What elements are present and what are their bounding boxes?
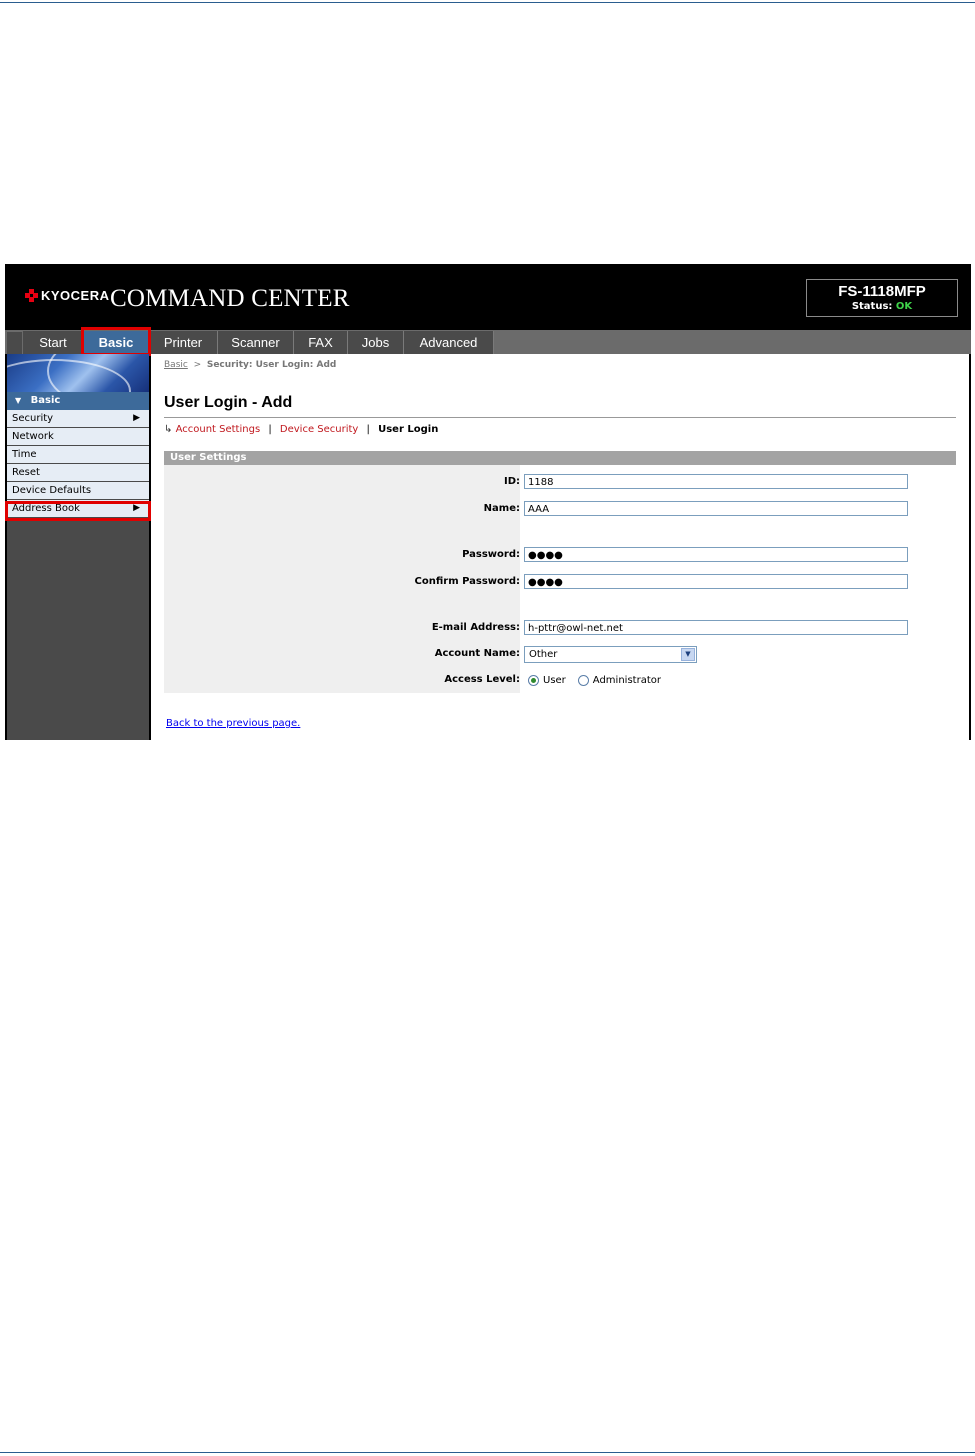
access-level-label: Access Level: — [444, 674, 520, 685]
app-header: KYOCERA COMMAND CENTER FS-1118MFP Status… — [5, 264, 971, 330]
caret-right-icon: ▶ — [133, 413, 140, 423]
page-top-rule — [0, 2, 975, 3]
sidebar-item-security[interactable]: Security ▶ — [7, 410, 149, 428]
account-name-label: Account Name: — [434, 648, 520, 659]
title-divider — [164, 417, 956, 418]
chevron-down-icon[interactable]: ▼ — [681, 648, 695, 661]
caret-right-icon: ▶ — [133, 503, 140, 513]
sidebar-item-time[interactable]: Time — [7, 446, 149, 464]
nav-spacer — [7, 332, 22, 354]
radio-user-label[interactable]: User — [543, 675, 566, 686]
breadcrumb-separator: > — [193, 360, 202, 370]
caret-down-icon: ▼ — [15, 396, 22, 405]
status-value: OK — [895, 301, 913, 312]
account-name-select[interactable]: Other ▼ — [524, 646, 697, 663]
sidebar-header-label: Basic — [30, 395, 61, 406]
link-device-security[interactable]: Device Security — [280, 424, 358, 435]
password-field[interactable]: ●●●● — [524, 547, 908, 562]
name-label: Name: — [483, 503, 520, 514]
sidebar-header[interactable]: ▼ Basic — [7, 392, 149, 410]
main-nav: Start Basic Printer Scanner FAX Jobs Adv… — [5, 330, 971, 354]
sidebar-item-network[interactable]: Network — [7, 428, 149, 446]
back-link[interactable]: Back to the previous page. — [166, 718, 300, 729]
email-field[interactable]: h-pttr@owl-net.net — [524, 620, 908, 635]
subnav-separator: | — [268, 424, 272, 435]
password-label: Password: — [462, 549, 520, 560]
device-status-box: FS-1118MFP Status: OK — [806, 279, 958, 317]
sub-navigation: ↳ Account Settings | Device Security | U… — [164, 424, 438, 435]
sidebar-item-label: Network — [12, 431, 54, 442]
sidebar-item-label: Reset — [12, 467, 40, 478]
sidebar-item-label: Address Book — [12, 503, 80, 514]
email-label: E-mail Address: — [431, 622, 520, 633]
device-model: FS-1118MFP — [838, 283, 926, 300]
access-level-group: User Administrator — [528, 675, 661, 686]
return-arrow-icon: ↳ — [164, 424, 173, 435]
subnav-current: User Login — [378, 424, 439, 435]
main-content: Basic > Security: User Login: Add User L… — [151, 354, 969, 740]
sidebar-item-label: Device Defaults — [12, 485, 92, 496]
breadcrumb-current: Security: User Login: Add — [206, 360, 337, 370]
tab-printer[interactable]: Printer — [149, 331, 218, 354]
radio-administrator-label[interactable]: Administrator — [593, 675, 661, 686]
page-bottom-rule — [0, 1452, 975, 1453]
status-label: Status: — [851, 301, 893, 312]
name-field[interactable]: AAA — [524, 501, 908, 516]
link-account-settings[interactable]: Account Settings — [176, 424, 261, 435]
kyocera-mark-icon — [25, 289, 38, 302]
device-status: Status: OK — [807, 301, 957, 312]
tab-fax[interactable]: FAX — [294, 331, 348, 354]
browser-frame: KYOCERA COMMAND CENTER FS-1118MFP Status… — [5, 264, 971, 740]
sidebar-item-label: Time — [12, 449, 37, 460]
radio-administrator[interactable] — [577, 675, 589, 686]
sidebar-banner — [7, 354, 149, 392]
section-header: User Settings — [164, 451, 956, 465]
tab-basic[interactable]: Basic — [84, 331, 149, 354]
sidebar-item-address-book[interactable]: Address Book ▶ — [7, 500, 149, 518]
app-title: COMMAND CENTER — [110, 285, 350, 312]
logo-text: KYOCERA — [41, 288, 110, 303]
page-title: User Login - Add — [164, 394, 293, 411]
confirm-password-label: Confirm Password: — [414, 576, 520, 587]
sidebar: ▼ Basic Security ▶ Network Time Reset De… — [7, 354, 149, 740]
subnav-separator: | — [366, 424, 370, 435]
id-label: ID: — [503, 476, 520, 487]
tab-start[interactable]: Start — [23, 331, 84, 354]
sidebar-item-label: Security — [12, 413, 54, 424]
tab-jobs[interactable]: Jobs — [348, 331, 404, 354]
sidebar-item-reset[interactable]: Reset — [7, 464, 149, 482]
breadcrumb: Basic > Security: User Login: Add — [164, 360, 336, 370]
confirm-password-field[interactable]: ●●●● — [524, 574, 908, 589]
tab-scanner[interactable]: Scanner — [218, 331, 294, 354]
breadcrumb-link-basic[interactable]: Basic — [164, 360, 188, 370]
sidebar-item-device-defaults[interactable]: Device Defaults — [7, 482, 149, 500]
kyocera-logo: KYOCERA — [25, 288, 110, 303]
tab-advanced[interactable]: Advanced — [404, 331, 494, 354]
id-field[interactable]: 1188 — [524, 474, 908, 489]
account-name-value: Other — [529, 649, 558, 660]
radio-user[interactable] — [528, 675, 539, 686]
